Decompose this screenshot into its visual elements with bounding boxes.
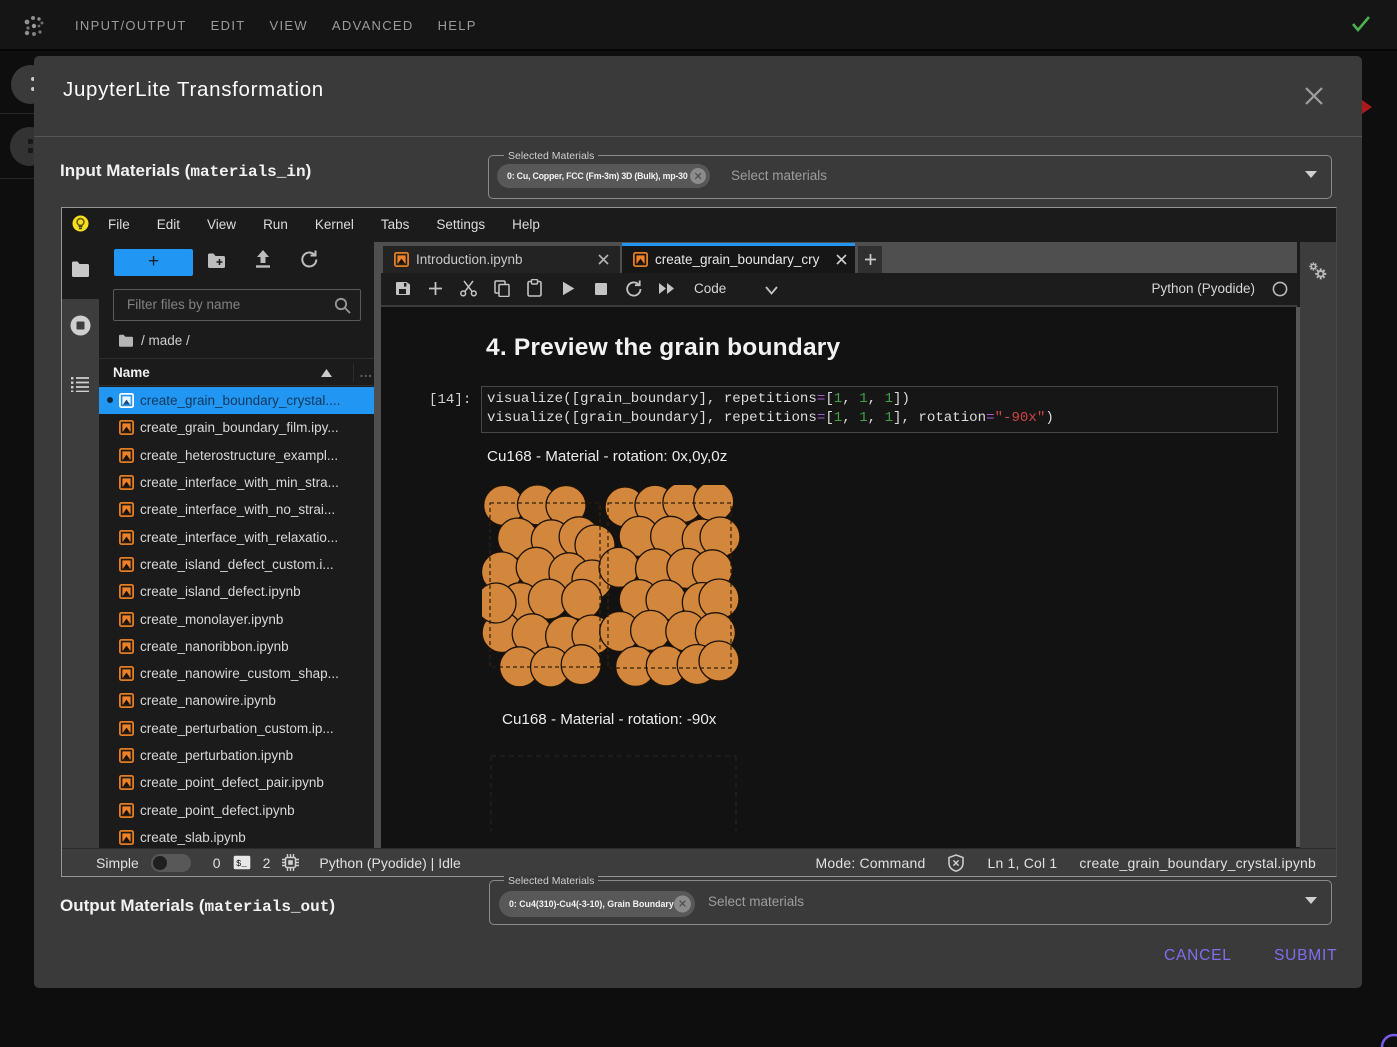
- svg-text:$_: $_: [236, 859, 247, 869]
